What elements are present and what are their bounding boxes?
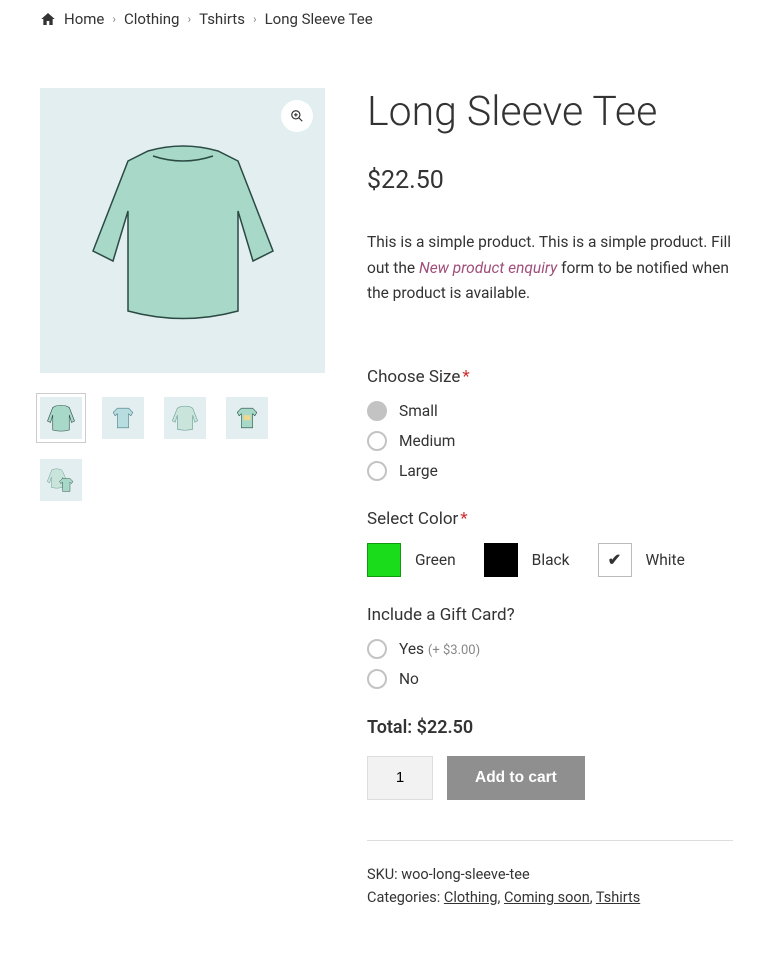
product-thumbnails — [40, 397, 325, 501]
zoom-icon[interactable] — [281, 100, 313, 132]
radio-icon — [367, 461, 387, 481]
color-swatch-green[interactable] — [367, 543, 401, 577]
divider — [367, 840, 733, 841]
category-coming-soon[interactable]: Coming soon — [504, 889, 590, 906]
product-main-image[interactable] — [40, 88, 325, 373]
color-label: Select Color* — [367, 509, 733, 529]
thumbnail-4[interactable] — [226, 397, 268, 439]
thumbnail-5[interactable] — [40, 459, 82, 501]
categories-row: Categories: Clothing, Coming soon, Tshir… — [367, 886, 733, 909]
color-name-black: Black — [532, 551, 570, 569]
required-icon: * — [462, 367, 469, 387]
product-price: $22.50 — [367, 166, 733, 195]
color-name-green: Green — [415, 551, 456, 569]
breadcrumb-tshirts[interactable]: Tshirts — [199, 10, 245, 28]
product-gallery — [40, 88, 325, 909]
breadcrumb: Home › Clothing › Tshirts › Long Sleeve … — [40, 10, 733, 28]
color-name-white: White — [646, 551, 685, 569]
radio-icon — [367, 401, 387, 421]
radio-icon — [367, 669, 387, 689]
add-to-cart-button[interactable]: Add to cart — [447, 756, 585, 800]
product-title: Long Sleeve Tee — [367, 88, 733, 136]
product-description: This is a simple product. This is a simp… — [367, 230, 733, 307]
chevron-right-icon: › — [253, 12, 257, 26]
gift-field: Include a Gift Card? Yes (+ $3.00) No — [367, 605, 733, 689]
product-summary: Long Sleeve Tee $22.50 This is a simple … — [367, 88, 733, 909]
sku-row: SKU: woo-long-sleeve-tee — [367, 863, 733, 886]
home-icon[interactable] — [40, 11, 56, 27]
chevron-right-icon: › — [187, 12, 191, 26]
enquiry-link[interactable]: New product enquiry — [419, 259, 557, 277]
thumbnail-1[interactable] — [40, 397, 82, 439]
size-field: Choose Size* Small Medium Large — [367, 367, 733, 481]
size-option-medium[interactable]: Medium — [367, 431, 733, 451]
radio-icon — [367, 639, 387, 659]
thumbnail-3[interactable] — [164, 397, 206, 439]
breadcrumb-current: Long Sleeve Tee — [265, 10, 373, 28]
breadcrumb-clothing[interactable]: Clothing — [124, 10, 180, 28]
total-price: Total: $22.50 — [367, 717, 733, 738]
color-swatch-black[interactable] — [484, 543, 518, 577]
category-tshirts[interactable]: Tshirts — [596, 889, 640, 906]
category-clothing[interactable]: Clothing — [444, 889, 498, 906]
size-option-small[interactable]: Small — [367, 401, 733, 421]
radio-icon — [367, 431, 387, 451]
gift-option-yes[interactable]: Yes (+ $3.00) — [367, 639, 733, 659]
chevron-right-icon: › — [112, 12, 116, 26]
breadcrumb-home[interactable]: Home — [64, 10, 104, 28]
required-icon: * — [460, 509, 467, 529]
size-option-large[interactable]: Large — [367, 461, 733, 481]
color-swatch-white[interactable]: ✔ — [598, 543, 632, 577]
product-meta: SKU: woo-long-sleeve-tee Categories: Clo… — [367, 863, 733, 909]
color-field: Select Color* Green Black ✔ White — [367, 509, 733, 577]
size-label: Choose Size* — [367, 367, 733, 387]
gift-label: Include a Gift Card? — [367, 605, 733, 625]
quantity-input[interactable] — [367, 756, 433, 800]
thumbnail-2[interactable] — [102, 397, 144, 439]
gift-option-no[interactable]: No — [367, 669, 733, 689]
